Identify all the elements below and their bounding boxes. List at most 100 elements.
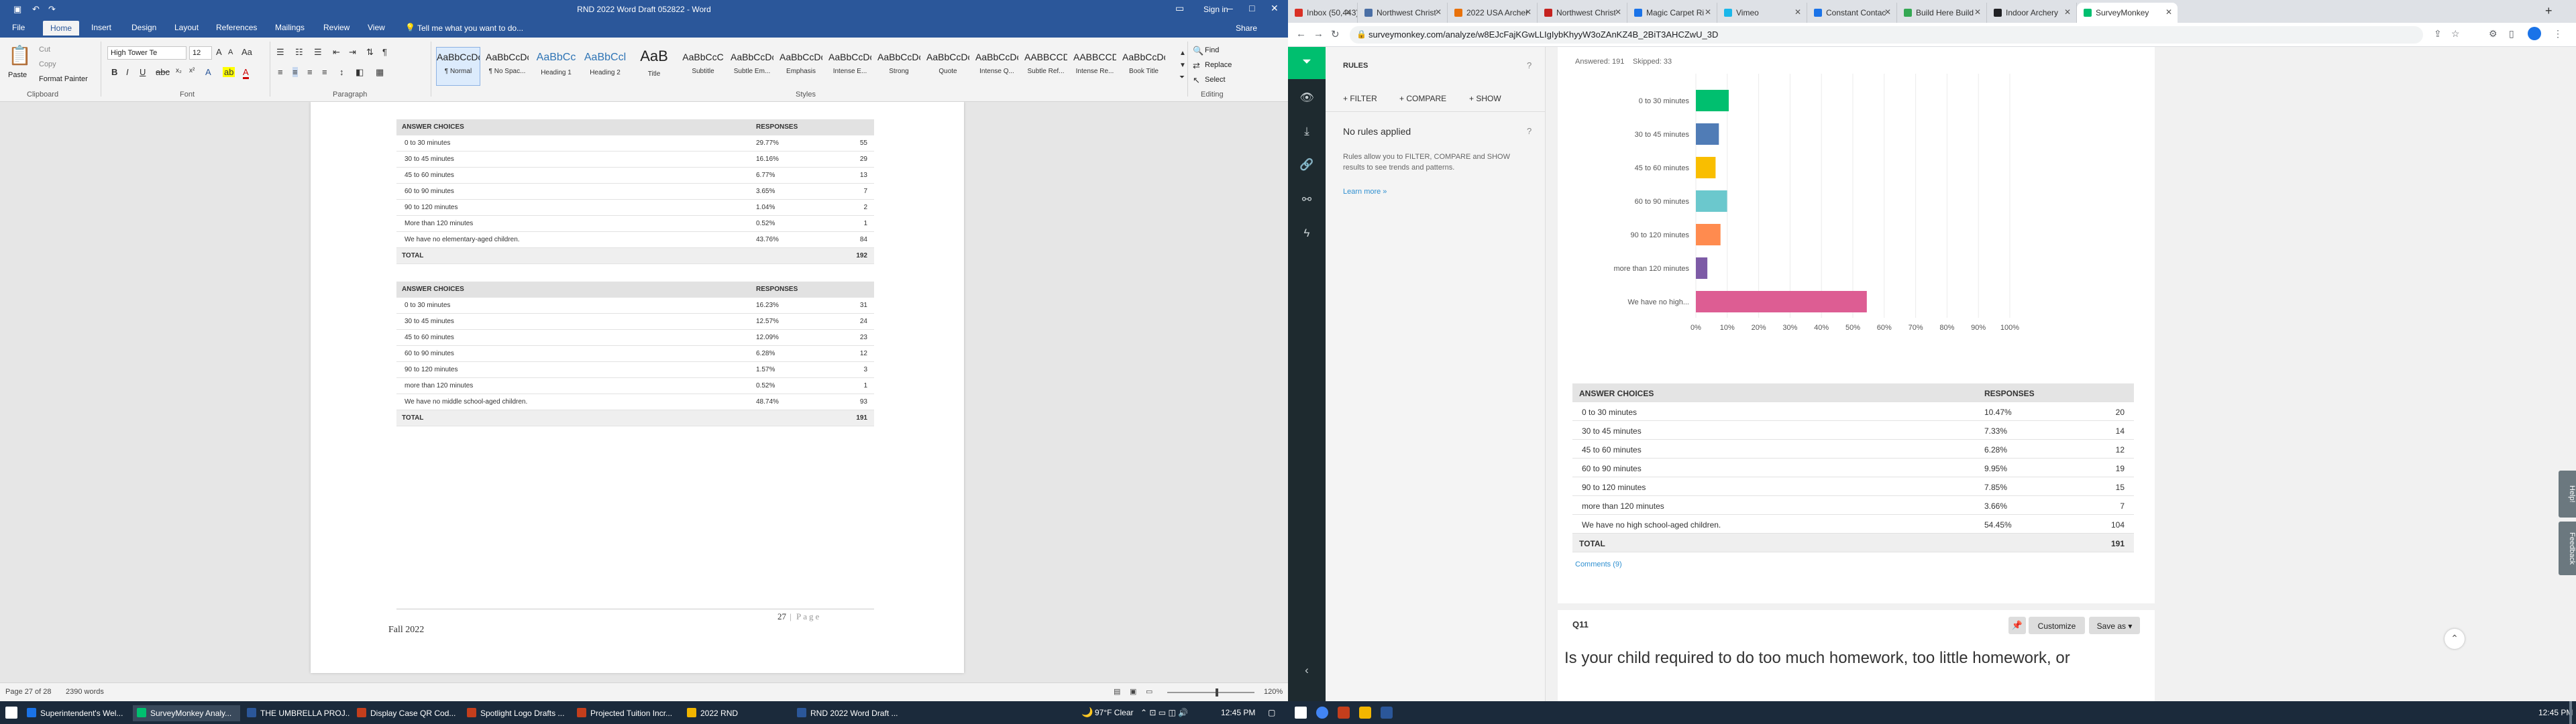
style-item[interactable]: AaBbCcDc Emphasis	[779, 47, 823, 86]
header-answer-choices[interactable]: ANSWER CHOICES	[402, 123, 464, 131]
style-item[interactable]: AaBbCcDc ¶ No Spac...	[485, 47, 529, 86]
font-color-icon[interactable]: A	[243, 67, 249, 79]
bar[interactable]	[1696, 157, 1716, 178]
taskbar-item[interactable]: Spotlight Logo Drafts ...	[463, 705, 570, 721]
italic-icon[interactable]: I	[126, 67, 129, 77]
shrink-font-icon[interactable]: A	[228, 48, 233, 56]
browser-tab[interactable]: Northwest Christ ✕	[1358, 3, 1448, 23]
tab-close-icon[interactable]: ✕	[1435, 7, 1442, 17]
new-tab-button[interactable]: +	[2545, 4, 2553, 18]
multilevel-list-icon[interactable]: ☰	[314, 47, 322, 58]
copy-button[interactable]: Copy	[39, 60, 56, 68]
link-icon[interactable]: 🔗	[1299, 158, 1315, 174]
subscript-icon[interactable]: x₂	[176, 67, 182, 74]
change-case-icon[interactable]: Aa	[241, 47, 252, 57]
help-tab[interactable]: Help!	[2559, 471, 2576, 518]
style-item[interactable]: AaBbCcDc ¶ Normal	[436, 47, 480, 86]
browser-tab[interactable]: SurveyMonkey ✕	[2077, 3, 2178, 23]
web-layout-icon[interactable]: ▭	[1146, 687, 1152, 696]
weather-icon[interactable]: 🌙	[1081, 707, 1093, 718]
insights-icon[interactable]: ϟ	[1299, 227, 1315, 243]
tab-home[interactable]: Home	[43, 21, 80, 36]
collapse-rail-icon[interactable]: ‹	[1299, 664, 1315, 680]
weather-text[interactable]: 97°F Clear	[1095, 708, 1134, 717]
find-icon[interactable]: 🔍	[1193, 46, 1203, 56]
word-count[interactable]: 2390 words	[66, 688, 104, 696]
folder-taskbar-icon[interactable]	[1359, 707, 1371, 719]
read-mode-icon[interactable]: ▤	[1114, 687, 1120, 696]
tray-icons[interactable]: ⌃ ⊡ ▭ ◫ 🔊	[1140, 708, 1188, 717]
align-center-icon[interactable]: ≡	[292, 67, 298, 77]
style-item[interactable]: AaBbCcDc Intense Q...	[975, 47, 1019, 86]
increase-indent-icon[interactable]: ⇥	[349, 47, 356, 58]
shading-icon[interactable]: ◧	[356, 67, 364, 78]
justify-icon[interactable]: ≡	[322, 67, 327, 77]
tab-close-icon[interactable]: ✕	[1974, 7, 1981, 17]
maximize-icon[interactable]: □	[1249, 3, 1254, 13]
tell-me-box[interactable]: Tell me what you want to do...	[417, 23, 523, 33]
styles-more-icon[interactable]: ⏷	[1179, 74, 1185, 81]
zoom-slider-thumb[interactable]	[1216, 688, 1218, 697]
browser-tab[interactable]: Indoor Archery ✕	[1987, 3, 2077, 23]
bullets-icon[interactable]: ☰	[276, 47, 284, 58]
style-item[interactable]: AaBbCcDc Book Title	[1122, 47, 1166, 86]
replace-icon[interactable]: ⇄	[1193, 60, 1200, 71]
windows-start-icon[interactable]	[5, 707, 17, 719]
bar[interactable]	[1696, 123, 1719, 145]
select-icon[interactable]: ↖	[1193, 75, 1200, 86]
taskbar-item[interactable]: Display Case QR Cod...	[353, 705, 460, 721]
tab-review[interactable]: Review	[323, 23, 350, 32]
align-right-icon[interactable]: ≡	[307, 67, 313, 77]
sign-in-link[interactable]: Sign in	[1203, 5, 1228, 14]
style-item[interactable]: AaBbCc Heading 1	[534, 47, 578, 86]
header-answer-choices[interactable]: ANSWER CHOICES	[1579, 389, 1654, 398]
tab-design[interactable]: Design	[131, 23, 156, 32]
pin-icon[interactable]: 📌	[2008, 617, 2026, 634]
font-size-box[interactable]: 12	[189, 46, 212, 60]
header-responses[interactable]: RESPONSES	[756, 286, 798, 293]
underline-icon[interactable]: U	[140, 67, 146, 77]
replace-button[interactable]: Replace	[1205, 61, 1232, 69]
strikethrough-icon[interactable]: abc	[156, 67, 170, 77]
show-desktop-button[interactable]	[2569, 701, 2572, 724]
numbering-icon[interactable]: ☷	[295, 47, 303, 58]
save-as-button[interactable]: Save as ▾	[2089, 617, 2140, 634]
scroll-to-top-button[interactable]: ⌃	[2445, 629, 2465, 649]
profile-avatar[interactable]	[2528, 27, 2541, 40]
compare-button[interactable]: + COMPARE	[1399, 94, 1446, 103]
header-responses[interactable]: RESPONSES	[1984, 389, 2035, 398]
share-button[interactable]: Share	[1236, 23, 1257, 33]
browser-tab[interactable]: 2022 USA Archer ✕	[1448, 3, 1538, 23]
tab-references[interactable]: References	[216, 23, 257, 32]
url-field[interactable]: 🔒 surveymonkey.com/analyze/w8EJcFajKGwLL…	[1350, 26, 2423, 44]
tab-close-icon[interactable]: ✕	[2064, 7, 2071, 17]
browser-tab[interactable]: Constant Contac ✕	[1807, 3, 1897, 23]
page-count[interactable]: Page 27 of 28	[5, 688, 52, 696]
filter-rules-icon[interactable]: ⏷	[1288, 47, 1326, 79]
tab-layout[interactable]: Layout	[174, 23, 199, 32]
tab-close-icon[interactable]: ✕	[1525, 7, 1532, 17]
filter-button[interactable]: + FILTER	[1343, 94, 1377, 103]
tab-file[interactable]: File	[12, 23, 25, 32]
style-item[interactable]: AaBbCcDc Intense E...	[828, 47, 872, 86]
bar[interactable]	[1696, 190, 1727, 212]
tab-mailings[interactable]: Mailings	[275, 23, 305, 32]
decrease-indent-icon[interactable]: ⇤	[333, 47, 340, 58]
style-item[interactable]: AaBbCcDc Subtle Em...	[730, 47, 774, 86]
reload-icon[interactable]: ↻	[1331, 28, 1340, 40]
superscript-icon[interactable]: x²	[189, 67, 195, 74]
taskbar-item[interactable]: SurveyMonkey Analy...	[133, 705, 240, 721]
zoom-level[interactable]: 120%	[1264, 688, 1283, 696]
share-network-icon[interactable]: ⚯	[1299, 193, 1315, 209]
text-effects-icon[interactable]: A	[205, 67, 211, 77]
cut-button[interactable]: Cut	[39, 46, 50, 54]
ribbon-display-icon[interactable]: ▭	[1175, 3, 1184, 14]
style-item[interactable]: AaBbCcDc Quote	[926, 47, 970, 86]
browser-tab[interactable]: Vimeo ✕	[1717, 3, 1807, 23]
sort-icon[interactable]: ⇅	[366, 47, 374, 58]
tab-close-icon[interactable]: ✕	[1615, 7, 1621, 17]
browser-tab[interactable]: Inbox (50,443) ✕	[1288, 3, 1358, 23]
format-painter-button[interactable]: Format Painter	[39, 75, 88, 83]
tab-close-icon[interactable]: ✕	[1884, 7, 1891, 17]
show-button[interactable]: + SHOW	[1469, 94, 1501, 103]
